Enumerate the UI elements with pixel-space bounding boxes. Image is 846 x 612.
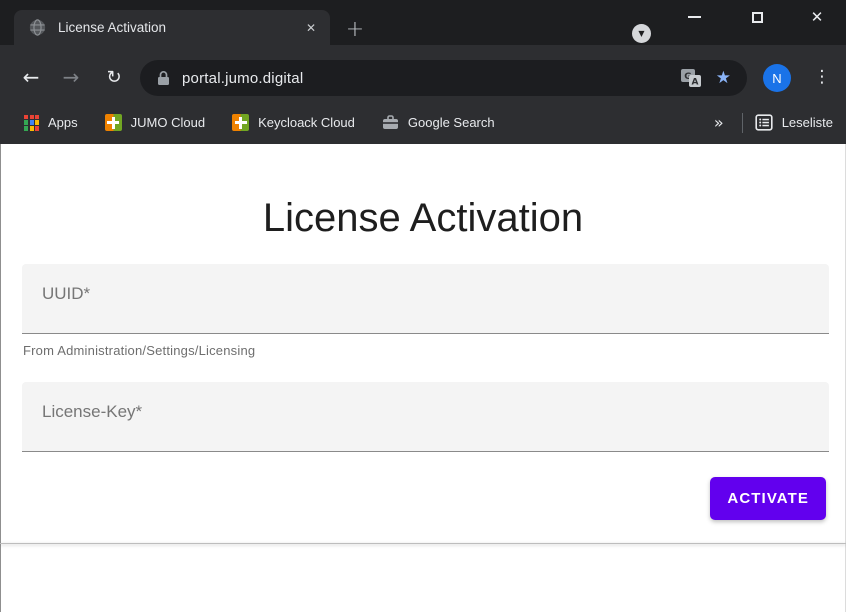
uuid-field[interactable] — [22, 264, 829, 334]
browser-menu-icon[interactable]: ⋮ — [811, 62, 833, 92]
tab-close-icon[interactable]: ✕ — [298, 15, 324, 41]
window-close-button[interactable]: ✕ — [802, 2, 832, 32]
card-bottom-divider — [0, 543, 846, 544]
bookmark-label: Apps — [48, 115, 78, 130]
bookmarks-overflow-chevron-icon[interactable]: » — [708, 113, 730, 132]
bookmark-google-search[interactable]: Google Search — [382, 115, 495, 130]
caret-down-icon: ▼ — [638, 30, 644, 38]
bookmark-star-icon[interactable]: ★ — [716, 68, 731, 88]
page-content: License Activation From Administration/S… — [0, 144, 846, 612]
browser-tab[interactable]: License Activation ✕ — [14, 10, 330, 45]
apps-grid-icon — [24, 115, 39, 131]
page-title: License Activation — [1, 196, 845, 241]
tab-title: License Activation — [58, 20, 298, 35]
bookmarks-right-cluster: » Leseliste — [708, 113, 833, 133]
briefcase-icon — [382, 115, 399, 130]
reload-button[interactable]: ↻ — [98, 61, 130, 93]
window-minimize-button[interactable] — [679, 2, 709, 32]
globe-favicon-icon — [29, 19, 46, 36]
jumo-plus-icon — [105, 114, 122, 131]
bookmark-label: Google Search — [408, 115, 495, 130]
bookmark-label: Keycloack Cloud — [258, 115, 355, 130]
reading-list-label: Leseliste — [782, 115, 833, 130]
new-tab-button[interactable]: + — [341, 15, 369, 43]
svg-text:A: A — [691, 78, 698, 88]
address-bar[interactable]: portal.jumo.digital G A ★ — [140, 60, 747, 96]
tab-strip: License Activation ✕ + ▼ ✕ — [0, 0, 846, 45]
uuid-helper-text: From Administration/Settings/Licensing — [23, 343, 255, 358]
bookmark-apps[interactable]: Apps — [24, 115, 78, 131]
bookmarks-bar: Apps JUMO Cloud Keycloack Cloud Google S… — [0, 101, 846, 144]
url-text[interactable]: portal.jumo.digital — [182, 70, 680, 87]
uuid-input[interactable] — [22, 264, 829, 333]
translate-icon[interactable]: G A — [680, 68, 702, 88]
lock-icon — [157, 70, 170, 86]
window-maximize-button[interactable] — [742, 2, 772, 32]
license-key-input[interactable] — [22, 382, 829, 451]
license-key-field[interactable] — [22, 382, 829, 452]
minimize-icon — [688, 16, 701, 18]
profile-avatar[interactable]: N — [763, 64, 791, 92]
forward-button[interactable]: → — [55, 61, 87, 93]
bookmark-label: JUMO Cloud — [131, 115, 205, 130]
jumo-plus-icon — [232, 114, 249, 131]
tab-search-button[interactable]: ▼ — [632, 24, 651, 43]
reading-list-button[interactable]: Leseliste — [755, 114, 833, 131]
back-button[interactable]: ← — [15, 61, 47, 93]
maximize-icon — [752, 12, 763, 23]
activate-button[interactable]: ACTIVATE — [710, 477, 826, 520]
reading-list-icon — [755, 114, 773, 131]
divider — [742, 113, 743, 133]
bookmark-keycloack-cloud[interactable]: Keycloack Cloud — [232, 114, 355, 131]
bookmarks-list: Apps JUMO Cloud Keycloack Cloud Google S… — [0, 114, 495, 131]
browser-toolbar: ← → ↻ portal.jumo.digital G A ★ N ⋮ — [0, 45, 846, 101]
bookmark-jumo-cloud[interactable]: JUMO Cloud — [105, 114, 205, 131]
